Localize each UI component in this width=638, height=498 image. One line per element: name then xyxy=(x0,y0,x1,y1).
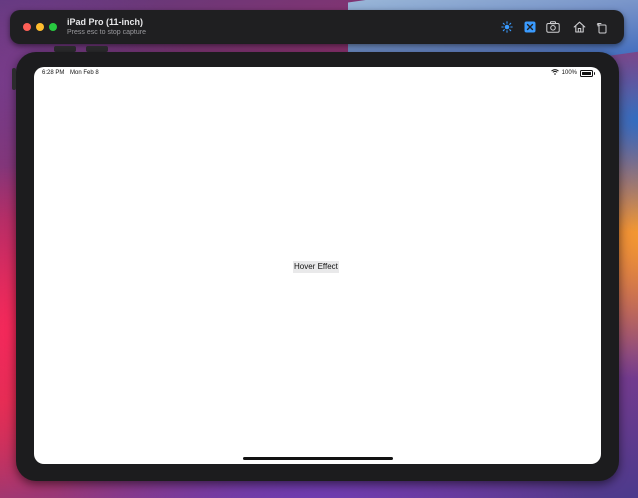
wifi-icon xyxy=(550,69,559,77)
ipad-screen[interactable]: 6:28 PM Mon Feb 8 100% Hover Effect xyxy=(34,67,601,464)
device-side-button xyxy=(12,68,16,90)
screenshot-icon[interactable] xyxy=(546,20,560,34)
zoom-window-button[interactable] xyxy=(49,23,57,31)
status-right-group: 100% xyxy=(550,69,595,77)
minimize-window-button[interactable] xyxy=(36,23,44,31)
status-time: 6:28 PM xyxy=(42,70,65,76)
battery-icon xyxy=(580,69,595,77)
status-date: Mon Feb 8 xyxy=(70,70,99,76)
home-indicator[interactable] xyxy=(243,457,393,460)
appearance-icon[interactable] xyxy=(500,20,514,34)
rotate-icon[interactable] xyxy=(595,20,609,34)
hover-effect-button[interactable]: Hover Effect xyxy=(293,261,339,273)
battery-percent: 100% xyxy=(561,70,577,76)
window-subtitle: Press esc to stop capture xyxy=(67,29,146,36)
simulator-titlebar: iPad Pro (11-inch) Press esc to stop cap… xyxy=(10,10,624,44)
simulator-app-icon[interactable] xyxy=(523,20,537,34)
home-icon[interactable] xyxy=(572,20,586,34)
close-window-button[interactable] xyxy=(23,23,31,31)
window-title: iPad Pro (11-inch) xyxy=(67,17,144,27)
